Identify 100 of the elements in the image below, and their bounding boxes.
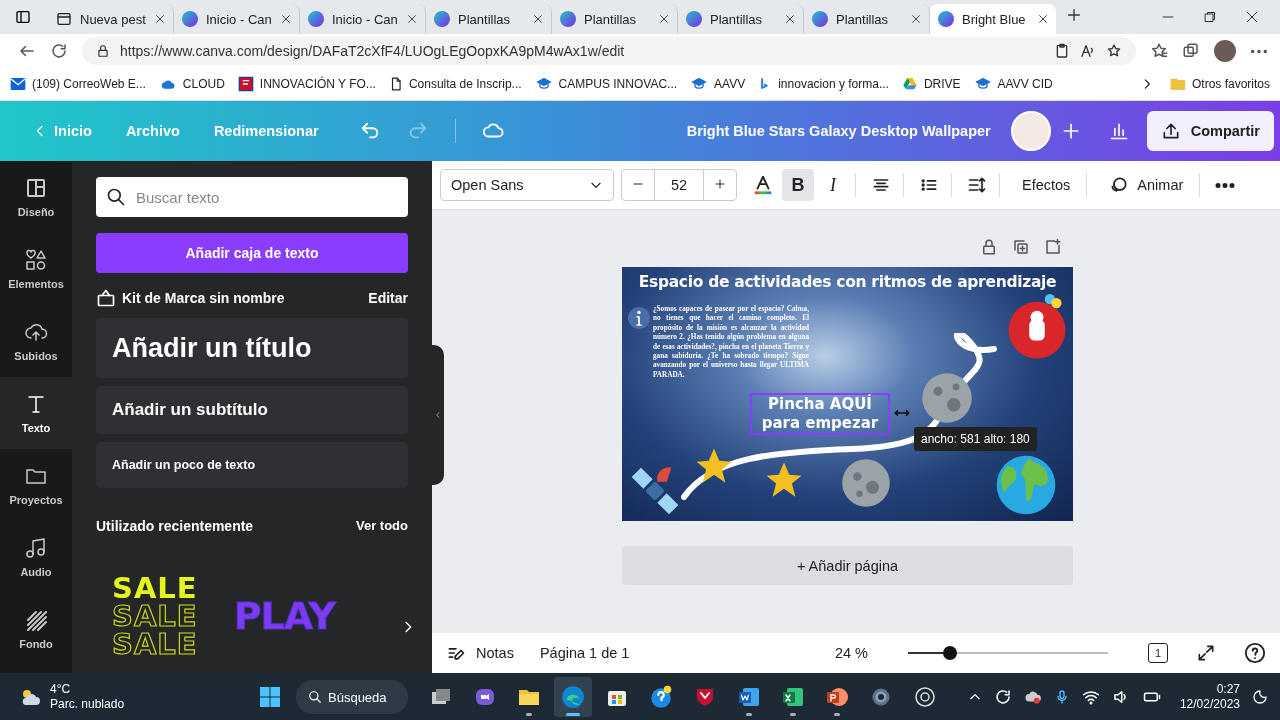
profile-avatar[interactable] <box>1214 40 1236 62</box>
selected-text-box[interactable]: Pincha AQUÍ para empezar <box>750 393 890 435</box>
bookmark[interactable]: innovacion y forma... <box>758 76 889 92</box>
graduation-cap-icon <box>690 76 709 92</box>
line-spacing-icon <box>967 175 987 195</box>
bookmark[interactable]: Consulta de Inscrip... <box>388 76 522 92</box>
sidebar-tab[interactable]: Subidos <box>0 305 72 377</box>
bookmark[interactable]: (109) CorreoWeb E... <box>10 76 146 92</box>
add-textbox-button[interactable]: Añadir caja de texto <box>96 233 408 273</box>
add-page-button[interactable]: + Añadir página <box>622 546 1073 585</box>
read-aloud-icon <box>1080 43 1096 59</box>
bookmark[interactable]: DRIVE <box>901 76 961 92</box>
info-icon <box>628 307 650 329</box>
bold-toggle[interactable]: B <box>782 169 814 201</box>
folder-icon <box>1169 76 1186 92</box>
close-icon <box>659 14 669 24</box>
text-style-option[interactable]: Añadir un título <box>96 318 408 378</box>
sidebar-tab[interactable]: Proyectos <box>0 449 72 521</box>
search-icon <box>308 690 322 704</box>
canva-favicon <box>938 11 954 27</box>
taskbar-app[interactable] <box>554 677 592 717</box>
share-button[interactable]: Compartir <box>1146 111 1274 151</box>
page-count-button[interactable]: 1 <box>1148 643 1168 663</box>
other-favorites-folder[interactable]: Otros favoritos <box>1169 76 1270 92</box>
address-bar[interactable]: https://www.canva.com/design/DAFaT2cXfF4/LUOgLEgOopxKA9pM4wAx1w/edit <box>82 37 1136 65</box>
brand-kit-title: Kit de Marca sin nombre <box>122 290 285 306</box>
fullscreen-icon <box>1196 643 1216 663</box>
powerpoint-icon <box>825 685 849 709</box>
weather-condition: Parc. nublado <box>50 697 125 712</box>
tab-actions-icon <box>15 9 31 25</box>
collections-icon <box>1182 42 1200 60</box>
bar-chart-icon <box>1108 121 1129 141</box>
sync-icon <box>993 688 1012 706</box>
canva-favicon <box>686 11 702 27</box>
graduation-cap-icon <box>973 76 992 92</box>
taskbar-search[interactable]: Búsqueda <box>296 680 408 714</box>
search-field[interactable]: Buscar texto <box>96 177 408 217</box>
browser-tab[interactable]: Bright Blue <box>930 4 1056 34</box>
bookmark[interactable]: CLOUD <box>158 77 225 91</box>
brand-kit-icon <box>96 288 116 308</box>
close-icon <box>1246 11 1258 23</box>
canva-favicon <box>308 11 324 27</box>
clock-date: 12/02/2023 <box>1179 697 1240 712</box>
slider-thumb[interactable] <box>943 646 957 660</box>
avatar[interactable] <box>1010 111 1051 151</box>
bookmark[interactable]: AAVV <box>690 76 746 92</box>
edit-link[interactable]: Editar <box>368 290 408 306</box>
close-icon <box>533 14 543 24</box>
effects-button[interactable]: Efectos <box>1012 171 1081 199</box>
section-heading: Utilizado recientemente <box>96 518 254 534</box>
sidebar-tab[interactable]: Audio <box>0 521 72 593</box>
wifi-icon <box>1081 688 1100 706</box>
layout-icon <box>24 176 48 200</box>
design-canvas[interactable] <box>622 267 1073 521</box>
italic-toggle[interactable]: I <box>817 169 849 201</box>
document-title[interactable]: Bright Blue Stars Galaxy Desktop Wallpaper <box>686 123 991 139</box>
plus-icon <box>714 178 726 190</box>
asteroid-icon <box>920 371 974 425</box>
close-icon <box>911 14 921 24</box>
add-page-icon <box>1044 238 1062 256</box>
temperature: 4°C <box>50 682 72 697</box>
ring-icon <box>913 685 937 709</box>
planet-with-astronaut-drawing <box>1006 291 1068 359</box>
see-all-link[interactable]: Ver todo <box>356 518 408 534</box>
sidebar-tab[interactable]: Elementos <box>0 233 72 305</box>
favorites-icon <box>1150 42 1168 60</box>
sidebar-tab[interactable]: Diseño <box>0 161 72 233</box>
windows-start-icon <box>258 685 282 709</box>
zoom-percentage[interactable]: 24 % <box>834 645 868 661</box>
duplicate-icon <box>1012 238 1030 256</box>
sidebar-tab[interactable]: Texto <box>0 377 72 449</box>
animate-button[interactable]: Animar <box>1099 169 1194 201</box>
text-style-option[interactable]: Añadir un poco de texto <box>96 442 408 488</box>
more-icon <box>1215 182 1236 188</box>
music-icon <box>24 536 48 560</box>
design-title[interactable]: Espacio de actividades con ritmos de aprendizaje <box>622 273 1073 291</box>
help-icon <box>1244 642 1266 664</box>
font-dropdown[interactable]: Open Sans <box>440 169 614 201</box>
lock-icon <box>96 44 110 58</box>
bookmark[interactable]: AAVV CID <box>973 76 1053 92</box>
chevron-left-icon <box>434 409 442 421</box>
plus-icon <box>1066 7 1082 23</box>
text-style-option[interactable]: Añadir un subtítulo <box>96 386 408 434</box>
resize-cursor-icon <box>894 407 910 419</box>
collapse-handle[interactable] <box>432 345 444 485</box>
edge-icon <box>560 684 586 710</box>
asteroid-icon <box>840 457 892 509</box>
more-icon <box>1250 48 1268 54</box>
text-style-thumbnail[interactable]: SALE SALE SALE <box>112 574 198 658</box>
canva-favicon <box>182 11 198 27</box>
sidebar-tab[interactable]: Fondo <box>0 593 72 665</box>
notes-button[interactable]: Notas <box>446 643 514 663</box>
bookmark[interactable]: INNOVACIÓN Y FO... <box>237 76 376 92</box>
notification-icon <box>1252 689 1268 705</box>
question-icon <box>648 684 674 710</box>
shapes-icon <box>24 248 48 272</box>
bookmark[interactable]: CAMPUS INNOVAC... <box>534 76 678 92</box>
excel-icon <box>781 685 805 709</box>
mail-icon <box>10 76 26 92</box>
triangle-icon <box>901 76 918 92</box>
